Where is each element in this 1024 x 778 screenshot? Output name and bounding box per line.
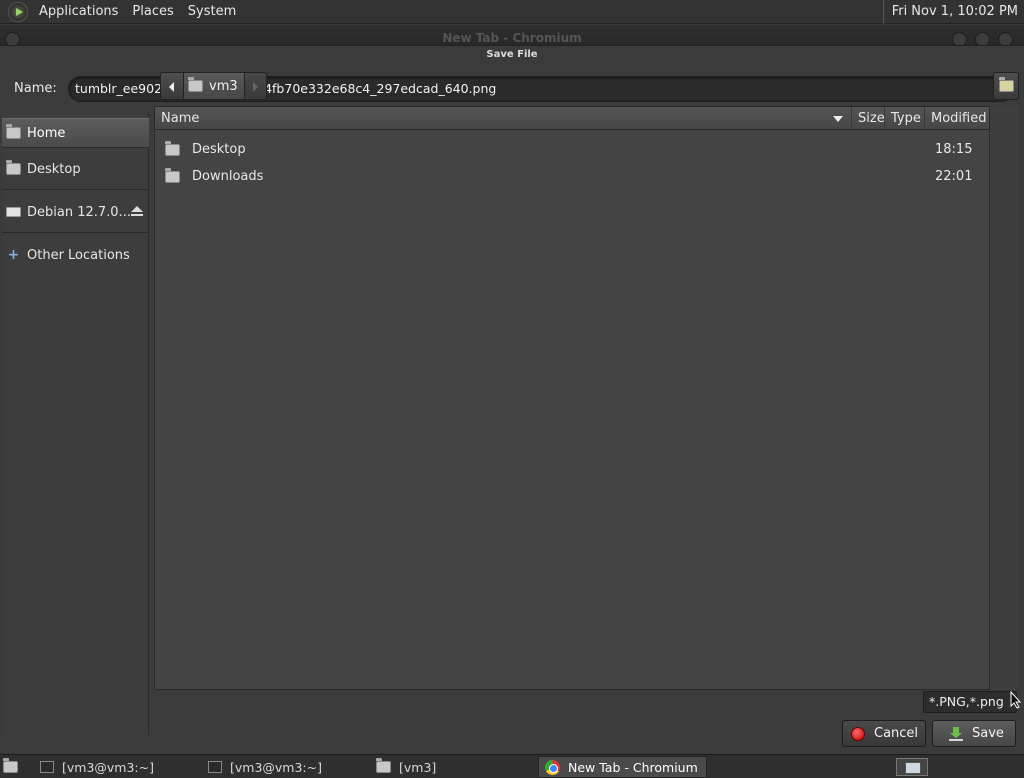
folder-icon — [376, 758, 391, 773]
create-folder-button[interactable] — [993, 72, 1019, 100]
path-crumb-vm3[interactable]: vm3 — [184, 72, 245, 100]
sidebar-item-desktop[interactable]: Desktop — [2, 154, 149, 184]
menu-system[interactable]: System — [181, 0, 243, 24]
terminal-icon — [208, 761, 222, 773]
column-name[interactable]: Name — [155, 107, 852, 130]
menu-applications[interactable]: Applications — [32, 0, 125, 24]
terminal-icon — [40, 761, 54, 773]
task-file-manager[interactable]: [vm3] — [370, 756, 530, 778]
top-panel: Applications Places System Fri Nov 1, 10… — [0, 0, 1024, 24]
name-row: Name: tumblr_ee902c51594277e1544fb70e332… — [0, 74, 1024, 106]
folder-icon — [165, 167, 180, 183]
window-title: New Tab - Chromium — [442, 31, 582, 45]
task-terminal-2[interactable]: [vm3@vm3:~] — [202, 756, 362, 778]
file-list: Name Size Type Modified Desktop 18:15 Do… — [154, 106, 990, 690]
cancel-button[interactable]: Cancel — [842, 720, 926, 747]
workspace-switcher-icon[interactable] — [896, 758, 928, 776]
home-folder-icon — [6, 124, 21, 139]
file-type-filter[interactable]: *.PNG,*.png — [923, 691, 1017, 713]
path-bar: vm3 — [160, 72, 267, 100]
task-label: [vm3@vm3:~] — [230, 759, 322, 775]
sidebar-item-label: Home — [27, 125, 66, 141]
desktop-folder-icon — [6, 160, 21, 175]
sidebar-separator — [2, 232, 149, 233]
file-modified: 22:01 — [935, 169, 973, 184]
eject-icon[interactable] — [131, 206, 143, 218]
sidebar-item-label: Debian 12.7.0... — [27, 204, 131, 220]
path-forward-button[interactable] — [244, 72, 267, 100]
file-name: Desktop — [192, 142, 246, 157]
dialog-title: Save File — [486, 49, 538, 60]
home-folder-icon — [188, 77, 203, 92]
file-row-desktop[interactable]: Desktop 18:15 — [155, 136, 989, 163]
sidebar-item-label: Other Locations — [27, 247, 130, 263]
file-row-downloads[interactable]: Downloads 22:01 — [155, 163, 989, 190]
column-name-label: Name — [161, 111, 200, 126]
show-desktop-icon[interactable] — [3, 758, 21, 774]
menu-places[interactable]: Places — [125, 0, 180, 24]
plus-icon: + — [7, 247, 20, 263]
bottom-taskbar: [vm3@vm3:~] [vm3@vm3:~] [vm3] New Tab - … — [0, 754, 1024, 778]
sidebar-separator — [2, 189, 149, 190]
name-label: Name: — [14, 81, 57, 96]
applications-logo-icon[interactable] — [8, 1, 28, 22]
sidebar-item-home[interactable]: Home — [2, 118, 149, 148]
task-label: New Tab - Chromium — [568, 759, 698, 775]
drive-icon — [6, 207, 21, 217]
desktop-folder-icon — [3, 758, 18, 773]
save-label: Save — [972, 726, 1004, 741]
cancel-label: Cancel — [874, 726, 919, 741]
path-back-button[interactable] — [160, 72, 184, 100]
column-size[interactable]: Size — [852, 107, 885, 130]
panel-clock[interactable]: Fri Nov 1, 10:02 PM — [882, 0, 1024, 24]
sidebar-item-debian-volume[interactable]: Debian 12.7.0... — [2, 197, 149, 227]
folder-icon — [165, 140, 180, 156]
column-type[interactable]: Type — [885, 107, 925, 130]
sort-descending-icon — [833, 116, 843, 122]
file-name: Downloads — [192, 169, 264, 184]
column-header: Name Size Type Modified — [155, 107, 989, 130]
vertical-scrollbar[interactable] — [990, 106, 1018, 690]
task-terminal-1[interactable]: [vm3@vm3:~] — [34, 756, 194, 778]
places-sidebar: Home Desktop Debian 12.7.0... + Other Lo… — [2, 112, 149, 735]
chromium-icon — [545, 759, 560, 775]
sidebar-item-other-locations[interactable]: + Other Locations — [2, 240, 149, 270]
task-chromium[interactable]: New Tab - Chromium — [538, 756, 707, 778]
file-modified: 18:15 — [935, 142, 973, 157]
new-folder-icon — [998, 77, 1014, 92]
sidebar-item-label: Desktop — [27, 161, 81, 177]
cancel-icon — [851, 726, 865, 741]
task-label: [vm3] — [399, 759, 437, 775]
column-modified[interactable]: Modified — [925, 107, 989, 130]
task-label: [vm3@vm3:~] — [62, 759, 154, 775]
path-crumb-label: vm3 — [209, 78, 238, 94]
panel-menu: Applications Places System — [0, 0, 243, 23]
save-download-icon — [949, 726, 963, 741]
save-button[interactable]: Save — [932, 720, 1016, 747]
